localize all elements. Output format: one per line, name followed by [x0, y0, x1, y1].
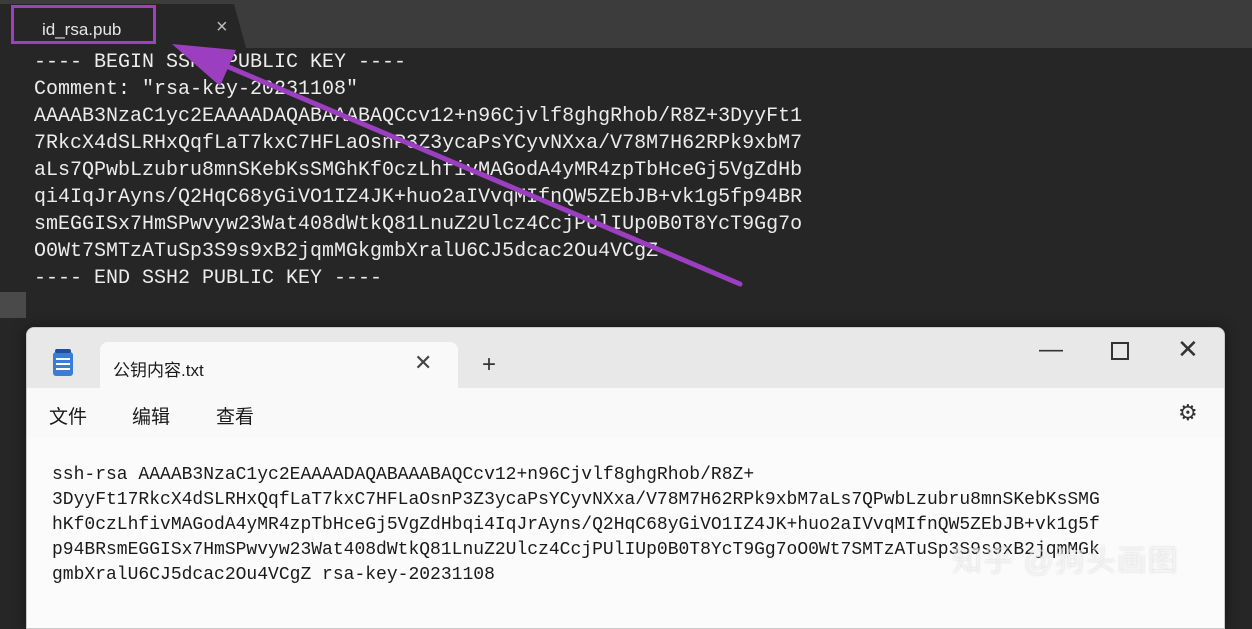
- key-line: Comment: "rsa-key-20231108": [34, 78, 359, 101]
- key-line: 7RkcX4dSLRHxQqfLaT7kxC7HFLaOsnP3Z3ycaPsY…: [34, 132, 803, 155]
- tab-label: 公钥内容.txt: [113, 361, 204, 380]
- key-line: qi4IqJrAyns/Q2HqC68yGiVO1IZ4JK+huo2aIVvq…: [34, 186, 803, 209]
- menu-view[interactable]: 查看: [216, 402, 254, 429]
- minimize-button[interactable]: —: [1039, 336, 1063, 364]
- menu-bar: 文件 编辑 查看 ⚙: [27, 388, 1224, 438]
- highlight-box: [11, 5, 156, 44]
- openssh-public-key-text[interactable]: ssh-rsa AAAAB3NzaC1yc2EAAAADAQABAAABAQCc…: [52, 463, 1100, 588]
- gutter-marker: [0, 292, 26, 318]
- key-line: AAAAB3NzaC1yc2EAAAADAQABAAABAQCcv12+n96C…: [34, 105, 803, 128]
- menu-edit[interactable]: 编辑: [132, 402, 170, 429]
- content-line: gmbXralU6CJ5dcac2Ou4VCgZ rsa-key-2023110…: [52, 565, 495, 585]
- watermark: 知乎 @狗头画图: [952, 545, 1179, 578]
- content-line: ssh-rsa AAAAB3NzaC1yc2EAAAADAQABAAABAQCc…: [52, 465, 755, 485]
- notepad-window: 公钥内容.txt ✕ + — ✕ 文件 编辑 查看 ⚙ ssh-rsa AAAA…: [26, 327, 1225, 629]
- menu-file[interactable]: 文件: [49, 402, 87, 429]
- content-line: hKf0czLhfivMAGodA4yMR4zpTbHceGj5VgZdHbqi…: [52, 515, 1100, 535]
- key-line: ---- END SSH2 PUBLIC KEY ----: [34, 267, 383, 290]
- maximize-button[interactable]: [1111, 342, 1129, 360]
- gear-icon[interactable]: ⚙: [1178, 400, 1198, 426]
- content-line: p94BRsmEGGISx7HmSPwvyw23Wat408dWtkQ81Lnu…: [52, 540, 1100, 560]
- key-line: smEGGISx7HmSPwvyw23Wat408dWtkQ81LnuZ2Ulc…: [34, 213, 803, 236]
- ssh2-public-key-text[interactable]: ---- BEGIN SSH2 PUBLIC KEY ---- Comment:…: [34, 49, 802, 292]
- key-line: aLs7QPwbLzubru8mnSKebKsSMGhKf0czLhfivMAG…: [34, 159, 803, 182]
- notepad-icon: [53, 349, 73, 376]
- key-line: O0Wt7SMTzATuSp3S9s9xB2jqmMGkgmbXralU6CJ5…: [34, 240, 659, 263]
- title-bar[interactable]: 公钥内容.txt ✕ + — ✕: [27, 328, 1224, 388]
- close-tab-icon[interactable]: ×: [216, 16, 228, 39]
- new-tab-button[interactable]: +: [482, 351, 496, 379]
- tab-public-key-txt[interactable]: 公钥内容.txt ✕: [100, 342, 458, 388]
- content-line: 3DyyFt17RkcX4dSLRHxQqfLaT7kxC7HFLaOsnP3Z…: [52, 490, 1100, 510]
- background-tab-bar: id_rsa.pub ×: [0, 0, 1252, 48]
- text-editor-area[interactable]: ssh-rsa AAAAB3NzaC1yc2EAAAADAQABAAABAQCc…: [27, 438, 1224, 628]
- close-tab-icon[interactable]: ✕: [414, 350, 432, 376]
- key-line: ---- BEGIN SSH2 PUBLIC KEY ----: [34, 51, 407, 74]
- close-window-button[interactable]: ✕: [1177, 334, 1199, 365]
